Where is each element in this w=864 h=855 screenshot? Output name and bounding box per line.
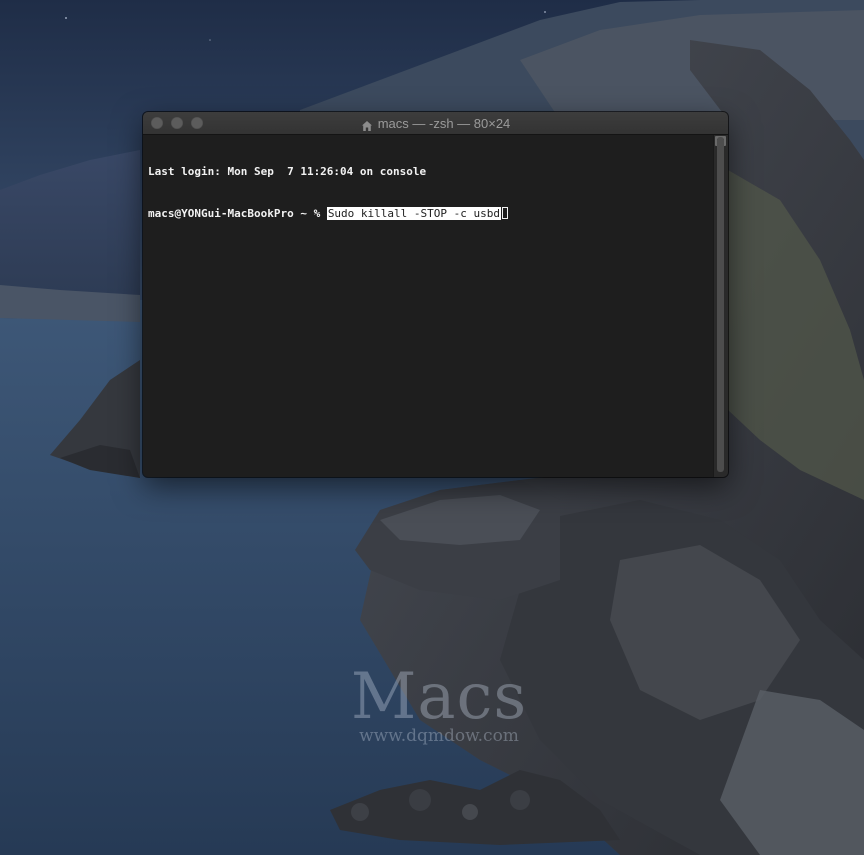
window-titlebar[interactable]: macs — -zsh — 80×24 bbox=[143, 112, 728, 135]
shell-prompt: macs@YONGui-MacBookPro ~ % bbox=[148, 207, 327, 220]
window-title-group: macs — -zsh — 80×24 bbox=[143, 112, 728, 134]
home-icon bbox=[361, 117, 373, 131]
terminal-window[interactable]: macs — -zsh — 80×24 Last login: Mon Sep … bbox=[143, 112, 728, 477]
window-title: macs — -zsh — 80×24 bbox=[377, 115, 511, 131]
scrollbar-thumb[interactable] bbox=[717, 137, 724, 472]
terminal-output[interactable]: Last login: Mon Sep 7 11:26:04 on consol… bbox=[143, 135, 713, 477]
text-cursor bbox=[502, 207, 508, 219]
last-login-line: Last login: Mon Sep 7 11:26:04 on consol… bbox=[148, 165, 427, 178]
typed-command[interactable]: Sudo killall -STOP -c usbd bbox=[326, 207, 501, 220]
prompt-line: macs@YONGui-MacBookPro ~ % Sudo killall … bbox=[148, 207, 713, 221]
vertical-scrollbar[interactable] bbox=[713, 135, 728, 477]
